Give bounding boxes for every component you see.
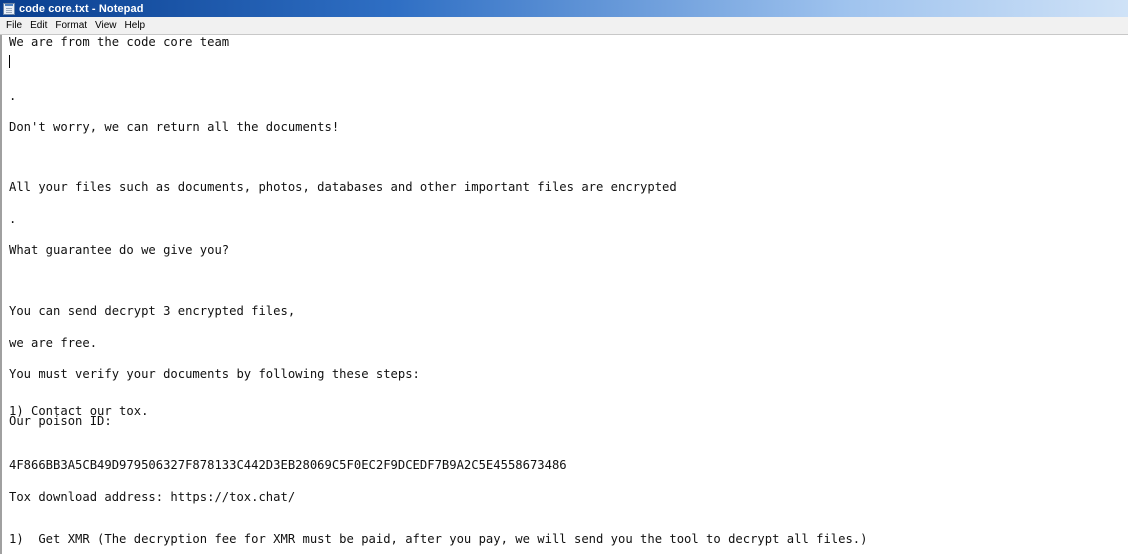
text-line: You can send decrypt 3 encrypted files, (9, 304, 296, 318)
menu-format[interactable]: Format (51, 20, 91, 31)
text-line: . (9, 89, 17, 103)
text-line: . (9, 212, 17, 226)
text-line: We are from the code core team (9, 35, 230, 49)
text-line: Our poison ID: (9, 414, 112, 428)
title-bar[interactable]: code core.txt - Notepad (0, 0, 1128, 17)
menu-file[interactable]: File (2, 20, 26, 31)
poison-id-line: 4F866BB3A5CB49D979506327F878133C442D3EB2… (9, 458, 567, 472)
menu-view[interactable]: View (91, 20, 121, 31)
menu-bar: File Edit Format View Help (0, 17, 1128, 35)
text-line: All your files such as documents, photos… (9, 180, 677, 194)
text-line: we are free. (9, 336, 98, 350)
text-caret (9, 55, 10, 68)
menu-edit[interactable]: Edit (26, 20, 51, 31)
notepad-icon[interactable] (3, 2, 15, 15)
notepad-window: code core.txt - Notepad File Edit Format… (0, 0, 1128, 554)
text-editor[interactable]: We are from the code core team . Don't w… (0, 35, 1128, 554)
text-line: What guarantee do we give you? (9, 243, 230, 257)
window-title: code core.txt - Notepad (19, 2, 144, 15)
text-line: Tox download address: https://tox.chat/ (9, 490, 296, 504)
text-line: Don't worry, we can return all the docum… (9, 120, 340, 134)
text-line: You must verify your documents by follow… (9, 367, 420, 381)
text-line: 1) Get XMR (The decryption fee for XMR m… (9, 532, 868, 546)
menu-help[interactable]: Help (121, 20, 150, 31)
